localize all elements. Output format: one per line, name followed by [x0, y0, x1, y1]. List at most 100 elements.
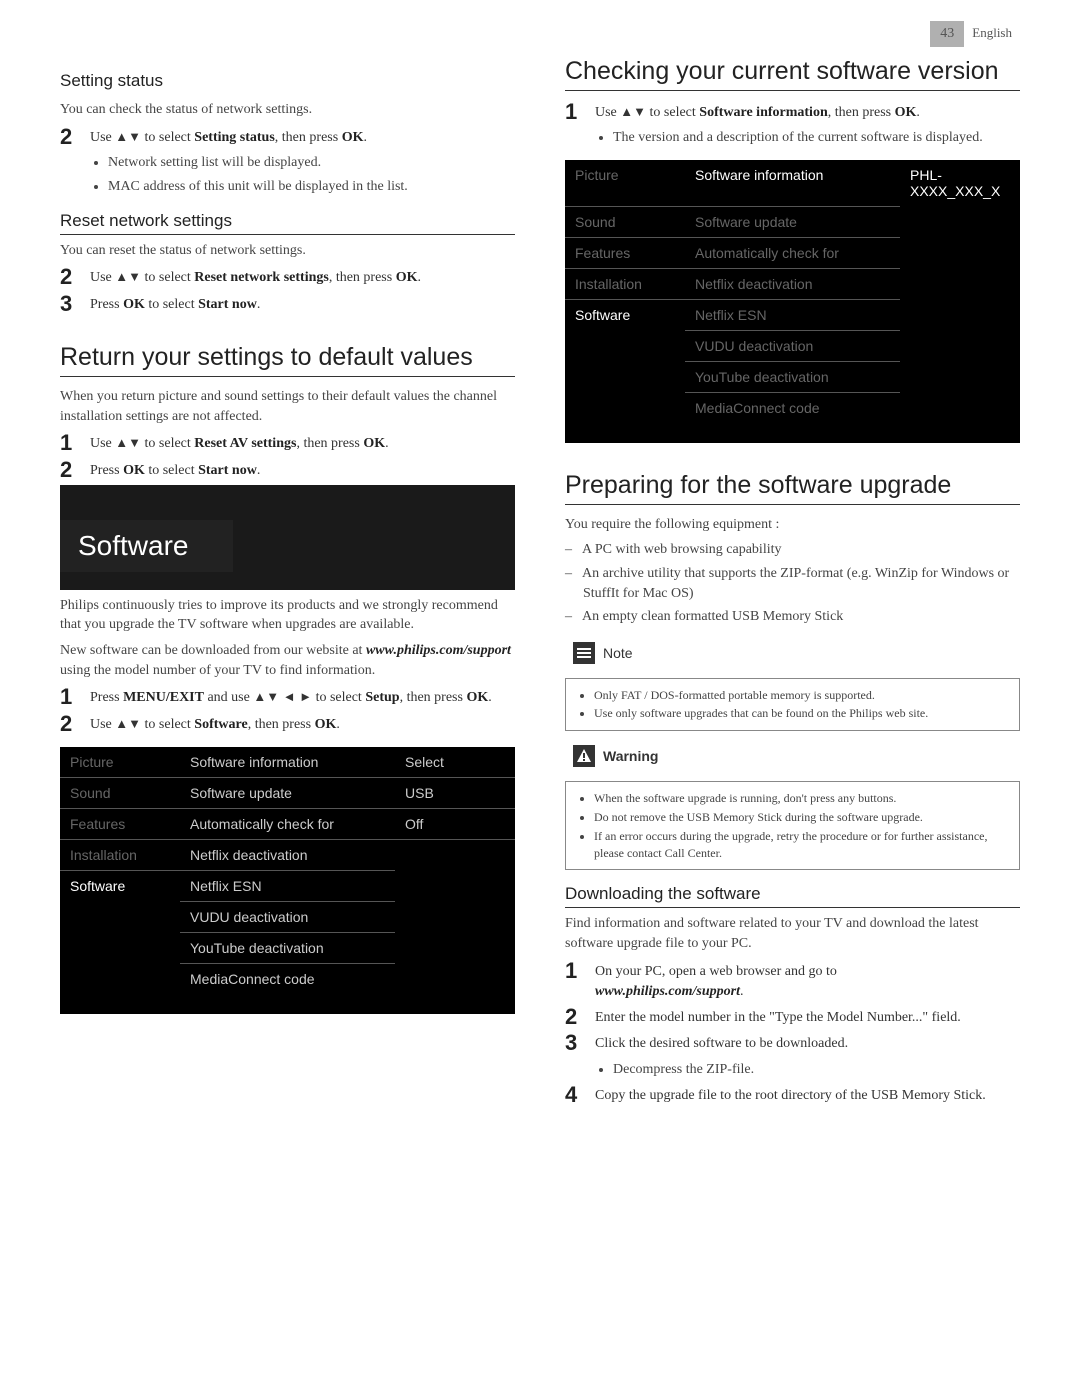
menu-cell: Software update	[685, 206, 900, 237]
menu-cell	[60, 901, 180, 932]
page-number: 43	[930, 21, 964, 47]
menu-cell: YouTube deactivation	[180, 932, 395, 963]
note-icon	[573, 642, 595, 664]
left-column: Setting status You can check the status …	[60, 57, 515, 1110]
menu-cell: USB	[395, 777, 515, 808]
menu-cell: Sound	[565, 206, 685, 237]
note-body-box: Only FAT / DOS-formatted portable memory…	[565, 678, 1020, 732]
step-number: 2	[565, 1006, 595, 1028]
menu-cell	[395, 963, 515, 994]
text: Philips continuously tries to improve it…	[60, 596, 515, 635]
step-text: Press OK to select Start now.	[90, 293, 515, 315]
bullet-list: The version and a description of the cur…	[595, 127, 1020, 148]
menu-cell	[395, 932, 515, 963]
menu-cell	[395, 839, 515, 870]
heading-downloading: Downloading the software	[565, 884, 1020, 908]
menu-cell: Features	[565, 237, 685, 268]
warning-body-box: When the software upgrade is running, do…	[565, 781, 1020, 870]
menu-cell: Off	[395, 808, 515, 839]
warning-item: When the software upgrade is running, do…	[594, 790, 1009, 807]
menu-cell: Select	[395, 747, 515, 778]
step-number: 4	[565, 1084, 595, 1106]
heading-check-version: Checking your current software version	[565, 57, 1020, 91]
step-2: 2 Press OK to select Start now.	[60, 459, 515, 481]
bullet: MAC address of this unit will be display…	[108, 176, 515, 197]
step-2: 2 Enter the model number in the "Type th…	[565, 1006, 1020, 1028]
menu-cell: Automatically check for	[685, 237, 900, 268]
heading-software-banner: Software	[60, 520, 233, 572]
heading-reset-network: Reset network settings	[60, 211, 515, 235]
note-title: Note	[603, 645, 633, 661]
text: Find information and software related to…	[565, 914, 1020, 953]
dash-item: An archive utility that supports the ZIP…	[583, 564, 1020, 605]
warning-item: If an error occurs during the upgrade, r…	[594, 828, 1009, 862]
menu-cell: Software information	[180, 747, 395, 778]
step-4: 4 Copy the upgrade file to the root dire…	[565, 1084, 1020, 1106]
step-text: Use ▲▼ to select Setting status, then pr…	[90, 126, 515, 148]
dash-list: A PC with web browsing capability An arc…	[565, 540, 1020, 627]
menu-cell: Netflix ESN	[180, 870, 395, 901]
text: New software can be downloaded from our …	[60, 641, 515, 680]
page-language: English	[964, 20, 1020, 46]
warning-item: Do not remove the USB Memory Stick durin…	[594, 809, 1009, 826]
step-number: 3	[60, 293, 90, 315]
menu-cell	[395, 870, 515, 901]
menu-cell: Picture	[565, 160, 685, 206]
menu-cell: Features	[60, 808, 180, 839]
heading-setting-status: Setting status	[60, 71, 515, 94]
step-1: 1 Use ▲▼ to select Software information,…	[565, 101, 1020, 123]
step-2: 2 Use ▲▼ to select Setting status, then …	[60, 126, 515, 148]
bullet-list: Decompress the ZIP-file.	[595, 1059, 1020, 1080]
step-text: Use ▲▼ to select Software information, t…	[595, 101, 1020, 123]
updown-icon: ▲▼	[620, 104, 646, 119]
updown-icon: ▲▼	[115, 716, 141, 731]
dash-item: A PC with web browsing capability	[583, 540, 1020, 560]
warning-callout: Warning	[565, 741, 1020, 771]
step-text: Press OK to select Start now.	[90, 459, 515, 481]
menu-cell-selected: Software information	[685, 160, 900, 206]
step-number: 1	[565, 960, 595, 982]
step-1: 1 Use ▲▼ to select Reset AV settings, th…	[60, 432, 515, 454]
text: When you return picture and sound settin…	[60, 387, 515, 426]
step-number: 2	[60, 459, 90, 481]
step-number: 1	[565, 101, 595, 123]
warning-icon	[573, 745, 595, 767]
step-3: 3 Press OK to select Start now.	[60, 293, 515, 315]
arrows-icon: ▲▼ ◄ ►	[253, 689, 312, 704]
version-menu-table: PictureSoftware informationPHL-XXXX_XXX_…	[565, 160, 1020, 443]
menu-cell: Installation	[565, 268, 685, 299]
step-number: 3	[565, 1032, 595, 1054]
right-column: Checking your current software version 1…	[565, 57, 1020, 1110]
menu-cell: MediaConnect code	[685, 392, 900, 423]
updown-icon: ▲▼	[115, 435, 141, 450]
updown-icon: ▲▼	[115, 129, 141, 144]
step-2: 2 Use ▲▼ to select Reset network setting…	[60, 266, 515, 288]
updown-icon: ▲▼	[115, 269, 141, 284]
menu-cell: YouTube deactivation	[685, 361, 900, 392]
text: You require the following equipment :	[565, 515, 1020, 535]
step-3: 3 Click the desired software to be downl…	[565, 1032, 1020, 1054]
step-2: 2 Use ▲▼ to select Software, then press …	[60, 713, 515, 735]
step-text: Copy the upgrade file to the root direct…	[595, 1084, 1020, 1106]
menu-cell: Picture	[60, 747, 180, 778]
menu-cell-selected: Software	[565, 299, 685, 330]
menu-cell: Automatically check for	[180, 808, 395, 839]
step-text: On your PC, open a web browser and go to…	[595, 960, 1020, 1003]
menu-cell: Sound	[60, 777, 180, 808]
bullet: Decompress the ZIP-file.	[613, 1059, 1020, 1080]
menu-cell: Installation	[60, 839, 180, 870]
menu-cell: Software update	[180, 777, 395, 808]
software-menu-table: PictureSoftware informationSelect SoundS…	[60, 747, 515, 1014]
menu-cell: Netflix deactivation	[180, 839, 395, 870]
menu-cell: MediaConnect code	[180, 963, 395, 994]
menu-cell-version: PHL-XXXX_XXX_X	[900, 160, 1020, 206]
page-header: 43English	[60, 20, 1020, 47]
dash-item: An empty clean formatted USB Memory Stic…	[583, 607, 1020, 627]
text: You can check the status of network sett…	[60, 100, 515, 120]
step-number: 2	[60, 713, 90, 735]
bullet: Network setting list will be displayed.	[108, 152, 515, 173]
step-number: 1	[60, 686, 90, 708]
step-1: 1 On your PC, open a web browser and go …	[565, 960, 1020, 1003]
step-text: Click the desired software to be downloa…	[595, 1032, 1020, 1054]
step-number: 2	[60, 266, 90, 288]
